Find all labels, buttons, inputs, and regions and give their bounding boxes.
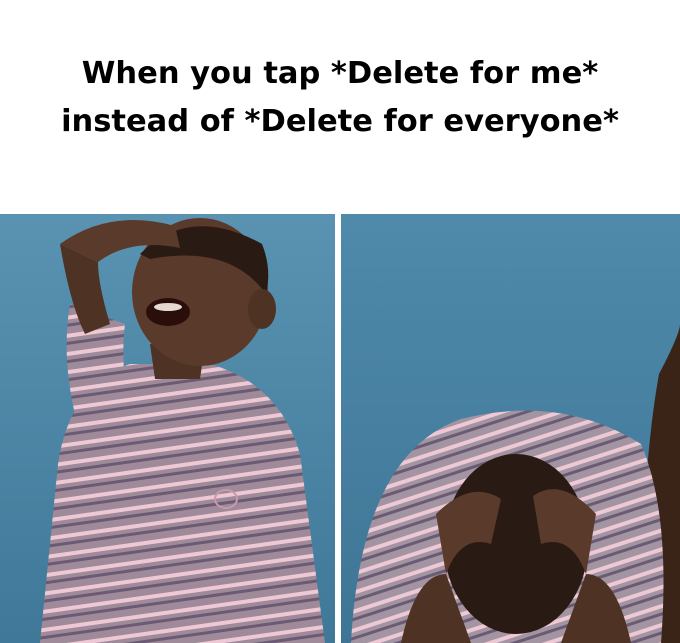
meme-caption: When you tap *Delete for me* instead of … [0,50,680,146]
right-panel-hiding-child-image [341,214,680,643]
left-panel-crying-child-image [0,214,335,643]
caption-line-1: When you tap *Delete for me* [81,56,599,91]
caption-line-2: instead of *Delete for everyone* [61,104,619,139]
